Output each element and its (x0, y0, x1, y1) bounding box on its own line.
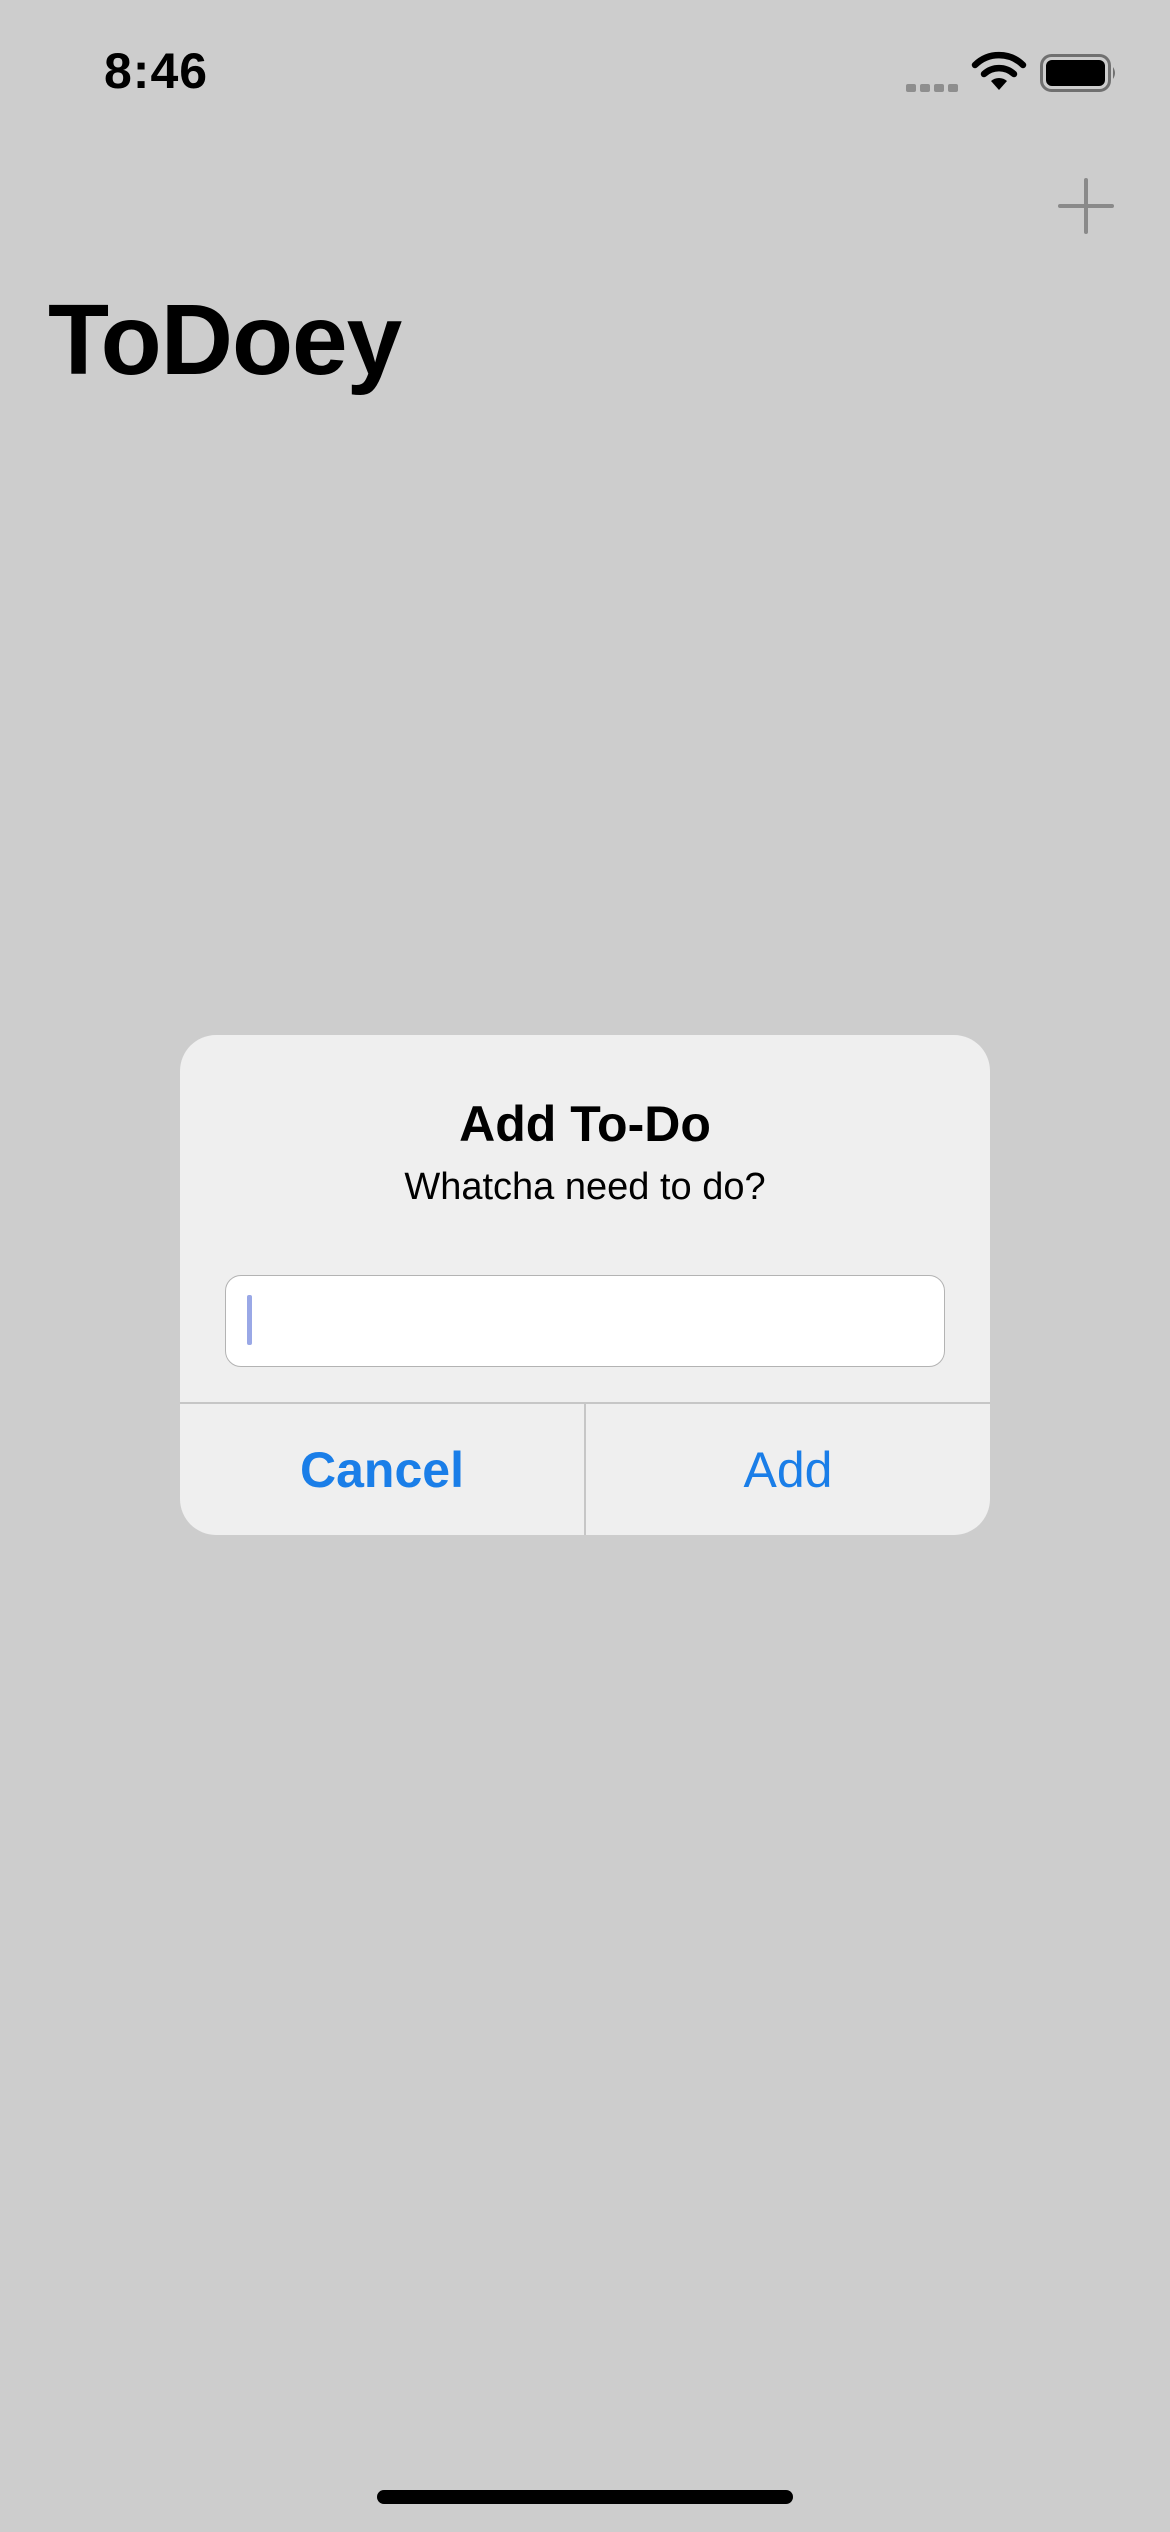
plus-icon[interactable] (1058, 178, 1114, 234)
todo-text-input[interactable] (225, 1275, 945, 1367)
status-bar: 8:46 (0, 0, 1170, 150)
page-title: ToDoey (48, 284, 402, 396)
text-cursor (247, 1295, 252, 1345)
battery-icon (1040, 54, 1115, 92)
add-todo-alert: Add To-Do Whatcha need to do? Cancel Add (180, 1035, 990, 1535)
home-indicator[interactable] (377, 2490, 793, 2504)
alert-title: Add To-Do (459, 1096, 711, 1152)
add-button[interactable]: Add (586, 1404, 990, 1535)
wifi-icon (971, 51, 1027, 90)
status-time: 8:46 (104, 43, 209, 99)
alert-message: Whatcha need to do? (404, 1166, 766, 1208)
cellular-signal-icon (906, 84, 958, 92)
cancel-button[interactable]: Cancel (180, 1404, 584, 1535)
